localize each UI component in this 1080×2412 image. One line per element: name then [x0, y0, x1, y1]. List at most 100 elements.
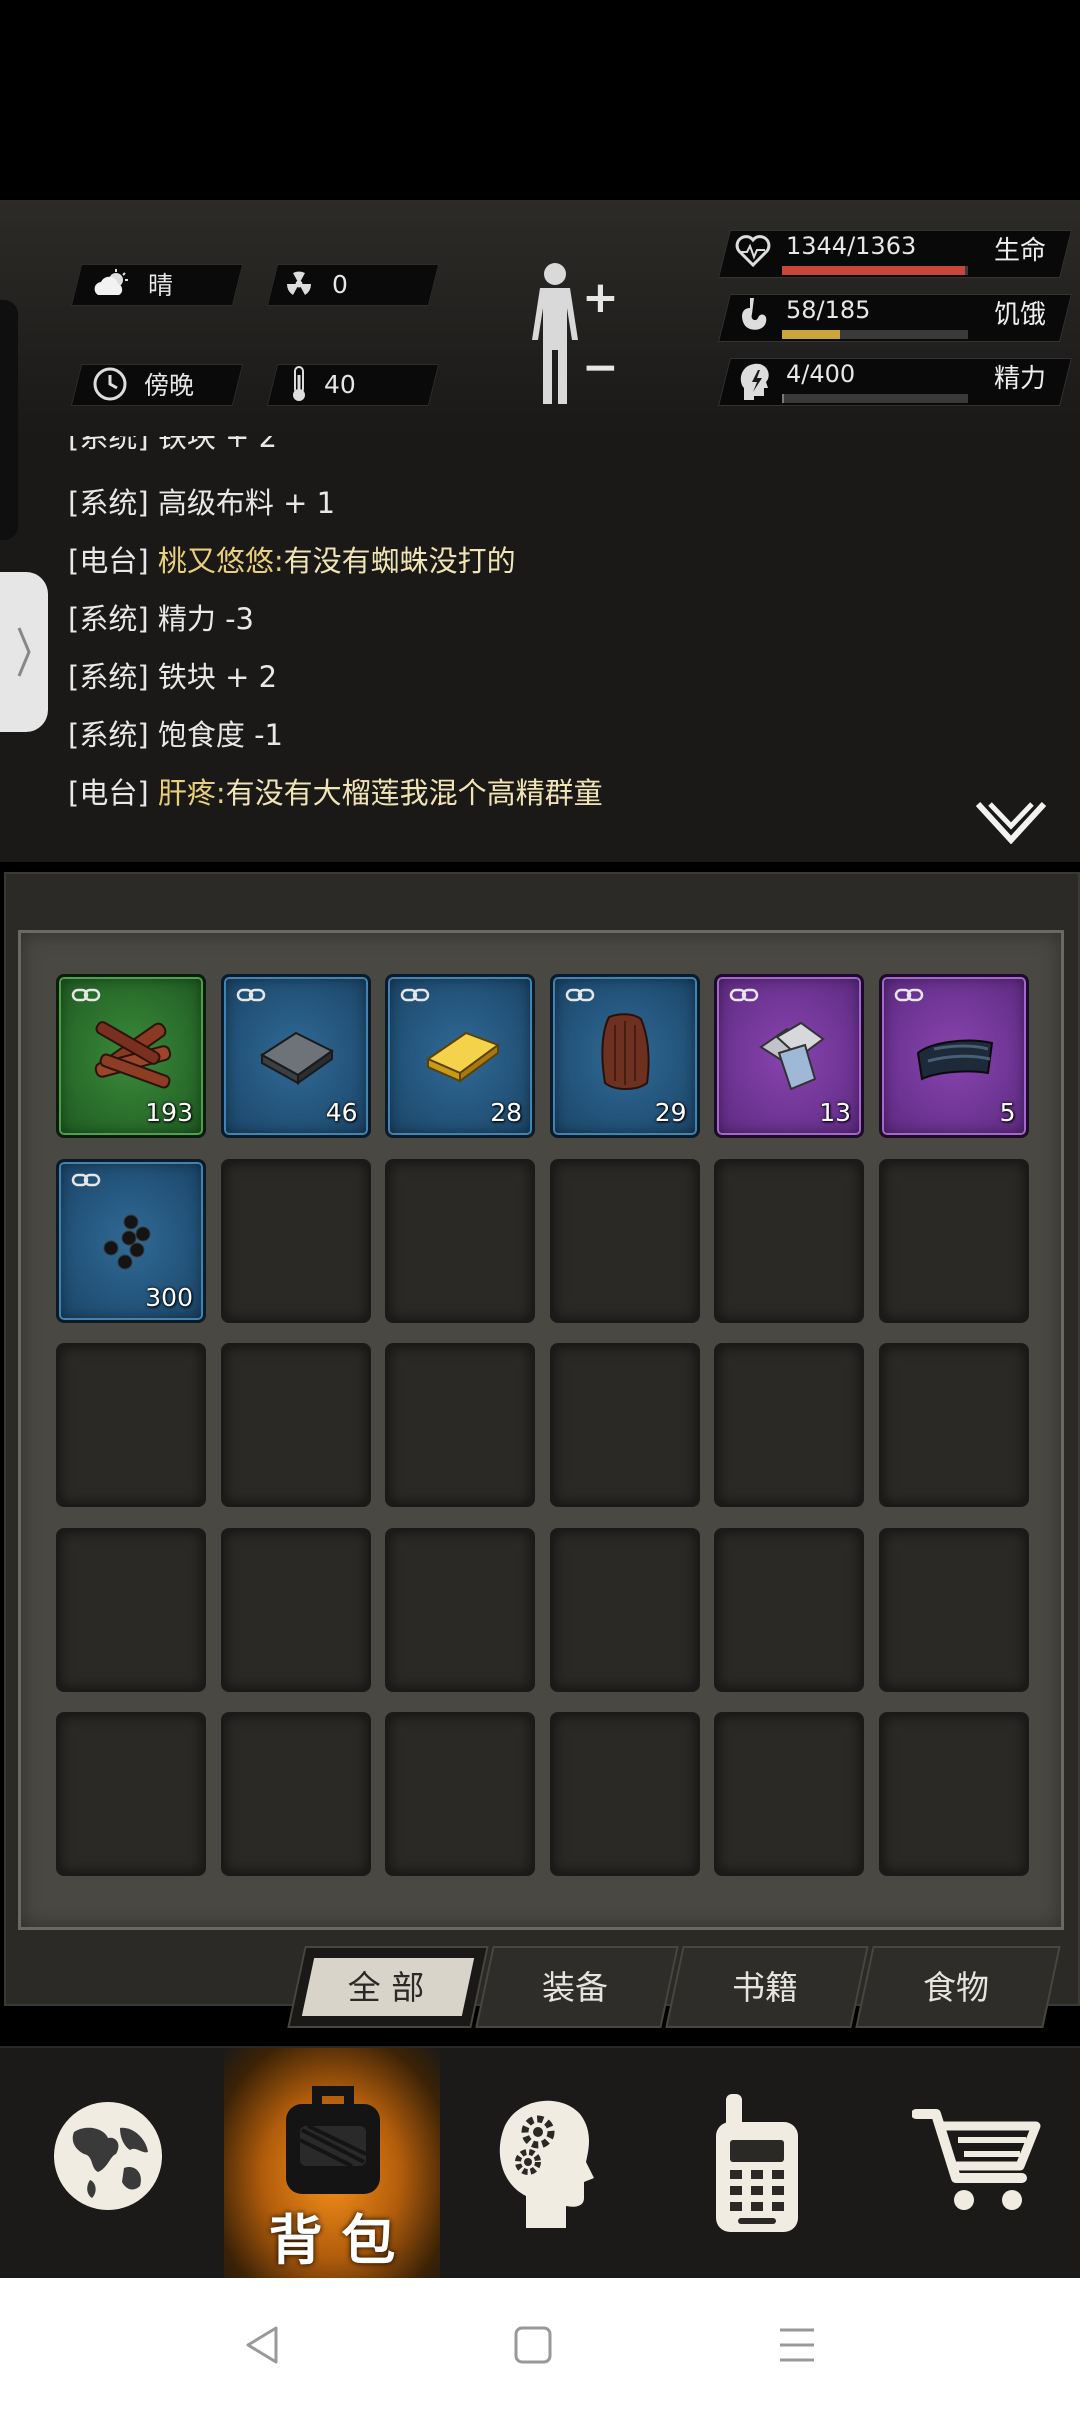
- energy-bar-fill: [782, 394, 784, 403]
- chat-sender-name[interactable]: 桃又悠悠: [158, 544, 274, 578]
- inventory-slot-wood-logs[interactable]: 193: [56, 974, 206, 1138]
- inventory-slot-advanced-cloth[interactable]: 5: [878, 974, 1029, 1138]
- inventory-slot-gold-bar[interactable]: 28: [385, 974, 535, 1138]
- weather-label: 晴: [148, 271, 174, 300]
- nav-backpack-button[interactable]: 背 包: [224, 2048, 440, 2280]
- inventory-slot-empty[interactable]: [56, 1712, 206, 1876]
- tab-equipment-label[interactable]: 装备: [484, 1946, 666, 2024]
- item-quantity: 300: [145, 1282, 193, 1312]
- tab-all-label[interactable]: 全 部: [306, 1946, 466, 2024]
- hunger-bar: [782, 330, 968, 339]
- chat-message: 高级布料 + 1: [157, 486, 336, 520]
- inventory-slot-empty[interactable]: [878, 1712, 1029, 1876]
- chat-line: [电台] 桃又悠悠:有没有蜘蛛没打的: [68, 538, 516, 580]
- iron-shot-icon: [81, 1188, 181, 1292]
- inventory-slot-empty[interactable]: [549, 1158, 700, 1323]
- inventory-slot-leather-hide[interactable]: 29: [549, 974, 700, 1138]
- inventory-slot-empty[interactable]: [878, 1343, 1029, 1507]
- link-icon: [729, 988, 759, 1002]
- link-icon: [894, 988, 923, 1002]
- chevron-right-icon: [17, 627, 31, 677]
- thermometer-icon: [293, 366, 305, 401]
- tab-books-label[interactable]: 书籍: [674, 1946, 856, 2024]
- inventory-slot-empty[interactable]: [220, 1527, 371, 1692]
- item-quantity: 193: [145, 1098, 193, 1127]
- chat-line: [系统] 高级布料 + 1: [68, 480, 335, 522]
- inventory-slot-empty[interactable]: [220, 1158, 371, 1323]
- plus-icon[interactable]: +: [582, 272, 619, 323]
- inventory-slot-empty[interactable]: [714, 1158, 864, 1323]
- inventory-slot-empty[interactable]: [878, 1527, 1029, 1692]
- item-quantity: 13: [819, 1098, 851, 1127]
- globe-icon: [54, 2102, 162, 2210]
- side-drawer-tab[interactable]: [0, 572, 48, 732]
- inventory-slot-empty[interactable]: [714, 1343, 864, 1507]
- tab-food-label[interactable]: 食物: [864, 1946, 1048, 2024]
- inventory-slot-empty[interactable]: [549, 1712, 700, 1876]
- nav-world-button[interactable]: [0, 2048, 216, 2280]
- inventory-slot-empty[interactable]: [56, 1527, 206, 1692]
- advanced-cloth-icon: [904, 1003, 1004, 1107]
- nav-radio-button[interactable]: [648, 2048, 864, 2280]
- inventory-slot-empty[interactable]: [385, 1158, 535, 1323]
- chat-channel-tag: [系统]: [68, 486, 149, 520]
- link-icon: [236, 988, 265, 1002]
- head-gears-icon: [499, 2100, 594, 2228]
- inventory-slot-empty[interactable]: [385, 1343, 535, 1507]
- chat-line: [系统] 精力 -3: [68, 596, 254, 638]
- inventory-slot-empty[interactable]: [385, 1527, 535, 1692]
- chat-line: [系统] 铁块 + 2: [68, 436, 277, 456]
- gold-bar-icon: [410, 1003, 510, 1107]
- inventory-slot-empty[interactable]: [220, 1712, 371, 1876]
- collapse-chevron-icon[interactable]: [976, 800, 1046, 844]
- menu-icon[interactable]: [776, 2326, 818, 2364]
- inventory-slot-empty[interactable]: [549, 1527, 700, 1692]
- fabric-cloth-icon: [739, 1003, 839, 1107]
- cloud-sun-icon: [94, 269, 128, 295]
- heart-icon: [735, 235, 771, 268]
- radiation-icon: [286, 271, 312, 295]
- body-status-button[interactable]: + −: [520, 260, 630, 410]
- chat-line: [系统] 铁块 + 2: [68, 654, 277, 696]
- chat-channel-tag: [电台]: [68, 544, 149, 578]
- inventory-slot-empty[interactable]: [220, 1343, 371, 1507]
- backpack-icon: [286, 2086, 380, 2194]
- health-label: 生命: [994, 236, 1047, 266]
- item-quantity: 46: [325, 1098, 358, 1127]
- minus-icon[interactable]: −: [582, 342, 619, 393]
- chat-line: [电台] 肝疼:有没有大榴莲我混个高精群童: [68, 770, 603, 812]
- inventory-slot-iron-shot[interactable]: 300: [56, 1158, 206, 1323]
- energy-head-icon: [740, 363, 769, 400]
- link-icon: [71, 1173, 101, 1186]
- inventory-slot-empty[interactable]: [549, 1343, 700, 1507]
- item-quantity: 28: [490, 1098, 522, 1127]
- inventory-slot-empty[interactable]: [878, 1158, 1029, 1323]
- chat-separator: :: [215, 776, 226, 810]
- inventory-slot-empty[interactable]: [714, 1527, 864, 1692]
- stomach-icon: [742, 298, 767, 330]
- temperature-value: 40: [324, 369, 356, 399]
- hunger-bar-fill: [782, 330, 840, 339]
- leather-hide-icon: [575, 1003, 675, 1107]
- chat-sender-name[interactable]: 肝疼: [158, 776, 216, 810]
- back-icon[interactable]: [242, 2324, 282, 2366]
- chat-message: 饱食度 -1: [157, 718, 283, 752]
- chat-message: 铁块 + 2: [157, 660, 278, 694]
- weather-indicator: 晴: [92, 264, 173, 304]
- inventory-slot-empty[interactable]: [714, 1712, 864, 1876]
- health-bar-fill: [782, 266, 965, 275]
- inventory-slot-fabric-cloth[interactable]: 13: [714, 974, 864, 1138]
- inventory-slot-iron-ingot[interactable]: 46: [220, 974, 371, 1138]
- item-quantity: 29: [654, 1098, 687, 1127]
- inventory-slot-empty[interactable]: [385, 1712, 535, 1876]
- chat-log[interactable]: [系统] 铁块 + 2 [系统] 高级布料 + 1 [电台] 桃又悠悠:有没有蜘蛛没…: [0, 436, 1080, 862]
- time-of-day-label: 傍晚: [144, 371, 195, 400]
- temperature-indicator: 40: [290, 364, 356, 404]
- energy-label: 精力: [994, 364, 1047, 394]
- bottom-nav: 背 包: [0, 2046, 1080, 2280]
- chat-channel-tag: [电台]: [68, 776, 149, 810]
- home-icon[interactable]: [512, 2324, 554, 2366]
- inventory-slot-empty[interactable]: [56, 1343, 206, 1507]
- nav-skills-button[interactable]: [432, 2048, 648, 2280]
- nav-shop-button[interactable]: [864, 2048, 1080, 2280]
